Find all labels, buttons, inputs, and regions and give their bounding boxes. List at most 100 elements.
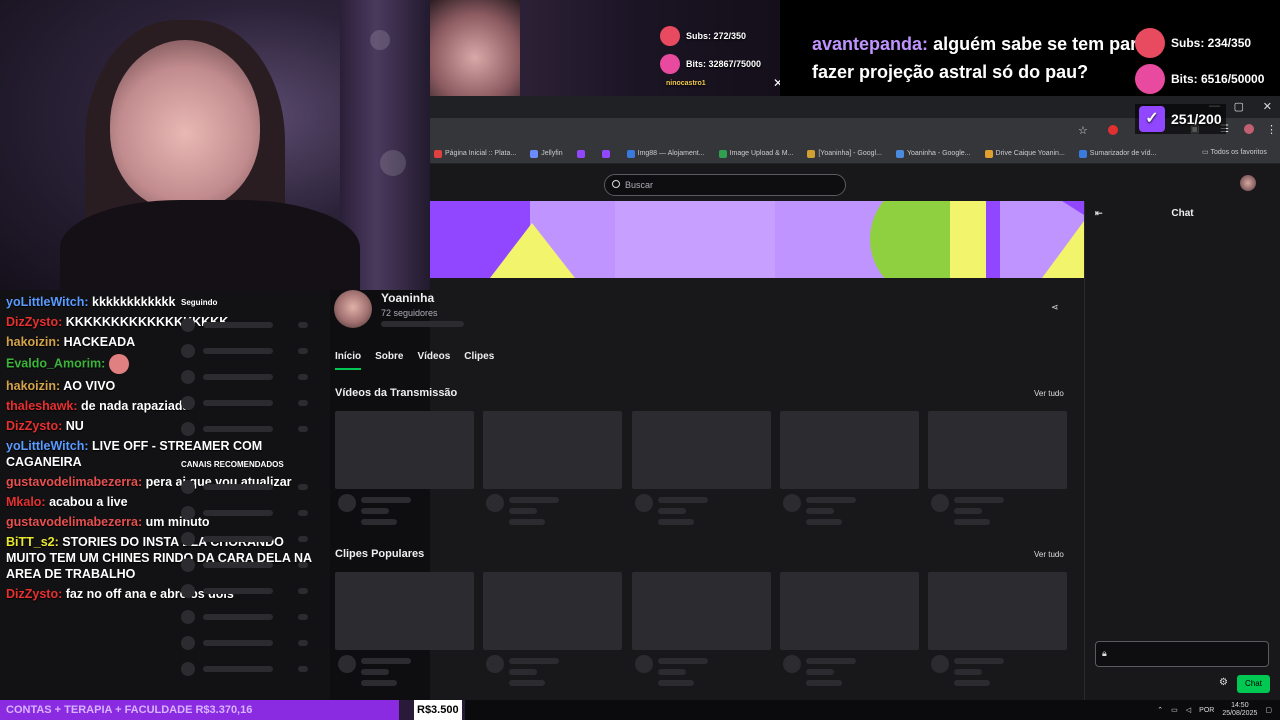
bookmark-item[interactable] xyxy=(601,149,613,158)
text-placeholder xyxy=(658,658,708,664)
bookmark-item[interactable]: Sumarizador de víd... xyxy=(1078,149,1156,158)
tab-clipes[interactable]: Clipes xyxy=(464,351,494,370)
volume-icon[interactable]: ◁ xyxy=(1186,706,1191,714)
see-all-videos-link[interactable]: Ver tudo xyxy=(1034,389,1064,398)
sidebar-text-placeholder xyxy=(203,348,273,354)
top-chat-user: avantepanda: xyxy=(812,34,929,54)
chat-username[interactable]: DizZysto: xyxy=(6,419,62,433)
see-all-clips-link[interactable]: Ver tudo xyxy=(1034,550,1064,559)
text-placeholder xyxy=(361,658,411,664)
channel-name[interactable]: Yoaninha xyxy=(381,291,434,305)
star-icon[interactable]: ☆ xyxy=(1078,124,1088,137)
chat-username[interactable]: BiTT_s2: xyxy=(6,535,59,549)
chat-username[interactable]: yoLittleWitch: xyxy=(6,295,89,309)
notification-icon[interactable]: ▢ xyxy=(1265,706,1272,714)
clip-card[interactable] xyxy=(483,572,622,650)
tab-sobre[interactable]: Sobre xyxy=(375,351,403,370)
section-title-videos: Vídeos da Transmissão xyxy=(335,387,458,399)
text-placeholder xyxy=(954,669,982,675)
following-label: Seguindo xyxy=(181,298,218,307)
text-placeholder xyxy=(509,497,559,503)
extension-icon[interactable] xyxy=(1108,125,1118,135)
system-tray: ⌃ ▭ ◁ POR 14:50 25/08/2025 ▢ xyxy=(1157,702,1272,718)
close-window-button[interactable]: ✕ xyxy=(1263,100,1272,113)
share-icon[interactable]: ⋖ xyxy=(1051,302,1059,313)
sidebar-channel-placeholder xyxy=(181,532,195,546)
bookmark-item[interactable]: Página Inicial :: Plata... xyxy=(434,149,516,158)
bookmark-item[interactable]: Jellyfin xyxy=(530,149,563,158)
bookmark-icon xyxy=(530,149,539,158)
tab-inicio[interactable]: Início xyxy=(335,351,362,370)
bits-large-text: Bits: 6516/50000 xyxy=(1171,72,1265,86)
sidebar-text-placeholder xyxy=(203,374,273,380)
bookmark-item[interactable]: Drive Caique Yoanin... xyxy=(984,149,1065,158)
kebab-menu-icon[interactable]: ⋮ xyxy=(1266,123,1277,136)
chat-message: yoLittleWitch: kkkkkkkkkkkk xyxy=(6,294,324,310)
video-card[interactable] xyxy=(335,411,474,489)
close-icon[interactable]: ✕ xyxy=(773,76,780,90)
maximize-button[interactable]: ▢ xyxy=(1234,100,1244,113)
cup-icon xyxy=(660,54,680,74)
sidebar-count-placeholder xyxy=(298,484,308,490)
user-avatar[interactable] xyxy=(1240,175,1256,191)
chat-text: kkkkkkkkkkkk xyxy=(92,295,176,309)
channel-avatar[interactable] xyxy=(334,290,372,328)
sidebar-channel-placeholder xyxy=(181,422,195,436)
all-favorites[interactable]: ▭ Todos os favoritos xyxy=(1202,148,1267,156)
chat-username[interactable]: yoLittleWitch: xyxy=(6,439,89,453)
chat-username[interactable]: Mkalo: xyxy=(6,495,46,509)
bookmark-item[interactable]: Img88 — Alojament... xyxy=(626,149,705,158)
chat-username[interactable]: hakoizin: xyxy=(6,335,60,349)
sidebar-count-placeholder xyxy=(298,666,308,672)
subs-large-text: Subs: 234/350 xyxy=(1171,36,1252,50)
video-card[interactable] xyxy=(632,411,771,489)
bits-text: Bits: 32867/75000 xyxy=(686,59,762,69)
video-card[interactable] xyxy=(928,411,1067,489)
clip-card[interactable] xyxy=(928,572,1067,650)
video-card[interactable] xyxy=(483,411,622,489)
bookmark-icon xyxy=(807,149,816,158)
bookmark-item[interactable]: Yoaninha - Google... xyxy=(895,149,971,158)
bookmarks-bar: Página Inicial :: Plata... Jellyfin Img88 … xyxy=(430,144,1280,164)
clock[interactable]: 14:50 25/08/2025 xyxy=(1222,702,1257,718)
gear-icon[interactable]: ⚙ xyxy=(1219,677,1228,688)
chat-send-button[interactable]: Chat xyxy=(1237,675,1270,693)
chat-message: DizZysto: NU xyxy=(6,418,324,434)
video-card[interactable] xyxy=(780,411,919,489)
tab-videos[interactable]: Vídeos xyxy=(417,351,450,370)
language-indicator[interactable]: POR xyxy=(1199,707,1214,714)
chat-username[interactable]: thaleshawk: xyxy=(6,399,78,413)
text-placeholder xyxy=(806,497,856,503)
chat-username[interactable]: gustavodelimabezerra: xyxy=(6,515,142,529)
clip-card[interactable] xyxy=(780,572,919,650)
network-icon[interactable]: ▭ xyxy=(1171,706,1178,714)
chat-username[interactable]: DizZysto: xyxy=(6,587,62,601)
bookmark-item[interactable]: [Yoaninha] - Googl... xyxy=(807,149,882,158)
bottom-bar: CONTAS + TERAPIA + FACULDADE R$3.370,16 … xyxy=(0,700,1280,720)
bits-counter-small: Bits: 32867/75000 xyxy=(660,54,761,74)
chat-username[interactable]: DizZysto: xyxy=(6,315,62,329)
collapse-icon[interactable]: ⇤ xyxy=(1095,208,1103,219)
chat-input[interactable]: 🔒︎ xyxy=(1095,641,1269,667)
search-input[interactable]: Buscar xyxy=(604,174,846,196)
sidebar-count-placeholder xyxy=(298,640,308,646)
text-placeholder xyxy=(658,680,694,686)
bookmark-label: Drive Caique Yoanin... xyxy=(995,150,1065,157)
chat-username[interactable]: Evaldo_Amorim: xyxy=(6,356,105,370)
clip-card[interactable] xyxy=(335,572,474,650)
chat-username[interactable]: gustavodelimabezerra: xyxy=(6,475,142,489)
clock-date: 25/08/2025 xyxy=(1222,710,1258,717)
profile-icon[interactable] xyxy=(1244,124,1254,134)
goal-bar: CONTAS + TERAPIA + FACULDADE R$3.370,16 … xyxy=(0,700,465,720)
chat-username[interactable]: hakoizin: xyxy=(6,379,60,393)
bookmark-item[interactable]: Image Upload & M... xyxy=(718,149,793,158)
chat-message: hakoizin: HACKEADA xyxy=(6,334,324,350)
channel-tabs: Início Sobre Vídeos Clipes xyxy=(335,351,494,370)
follower-count: 72 seguidores xyxy=(381,308,438,318)
clip-card[interactable] xyxy=(632,572,771,650)
subs-text: Subs: 272/350 xyxy=(686,31,747,41)
text-placeholder xyxy=(954,658,1004,664)
chevron-up-icon[interactable]: ⌃ xyxy=(1157,706,1163,714)
bookmark-item[interactable] xyxy=(576,149,588,158)
sidebar-count-placeholder xyxy=(298,400,308,406)
